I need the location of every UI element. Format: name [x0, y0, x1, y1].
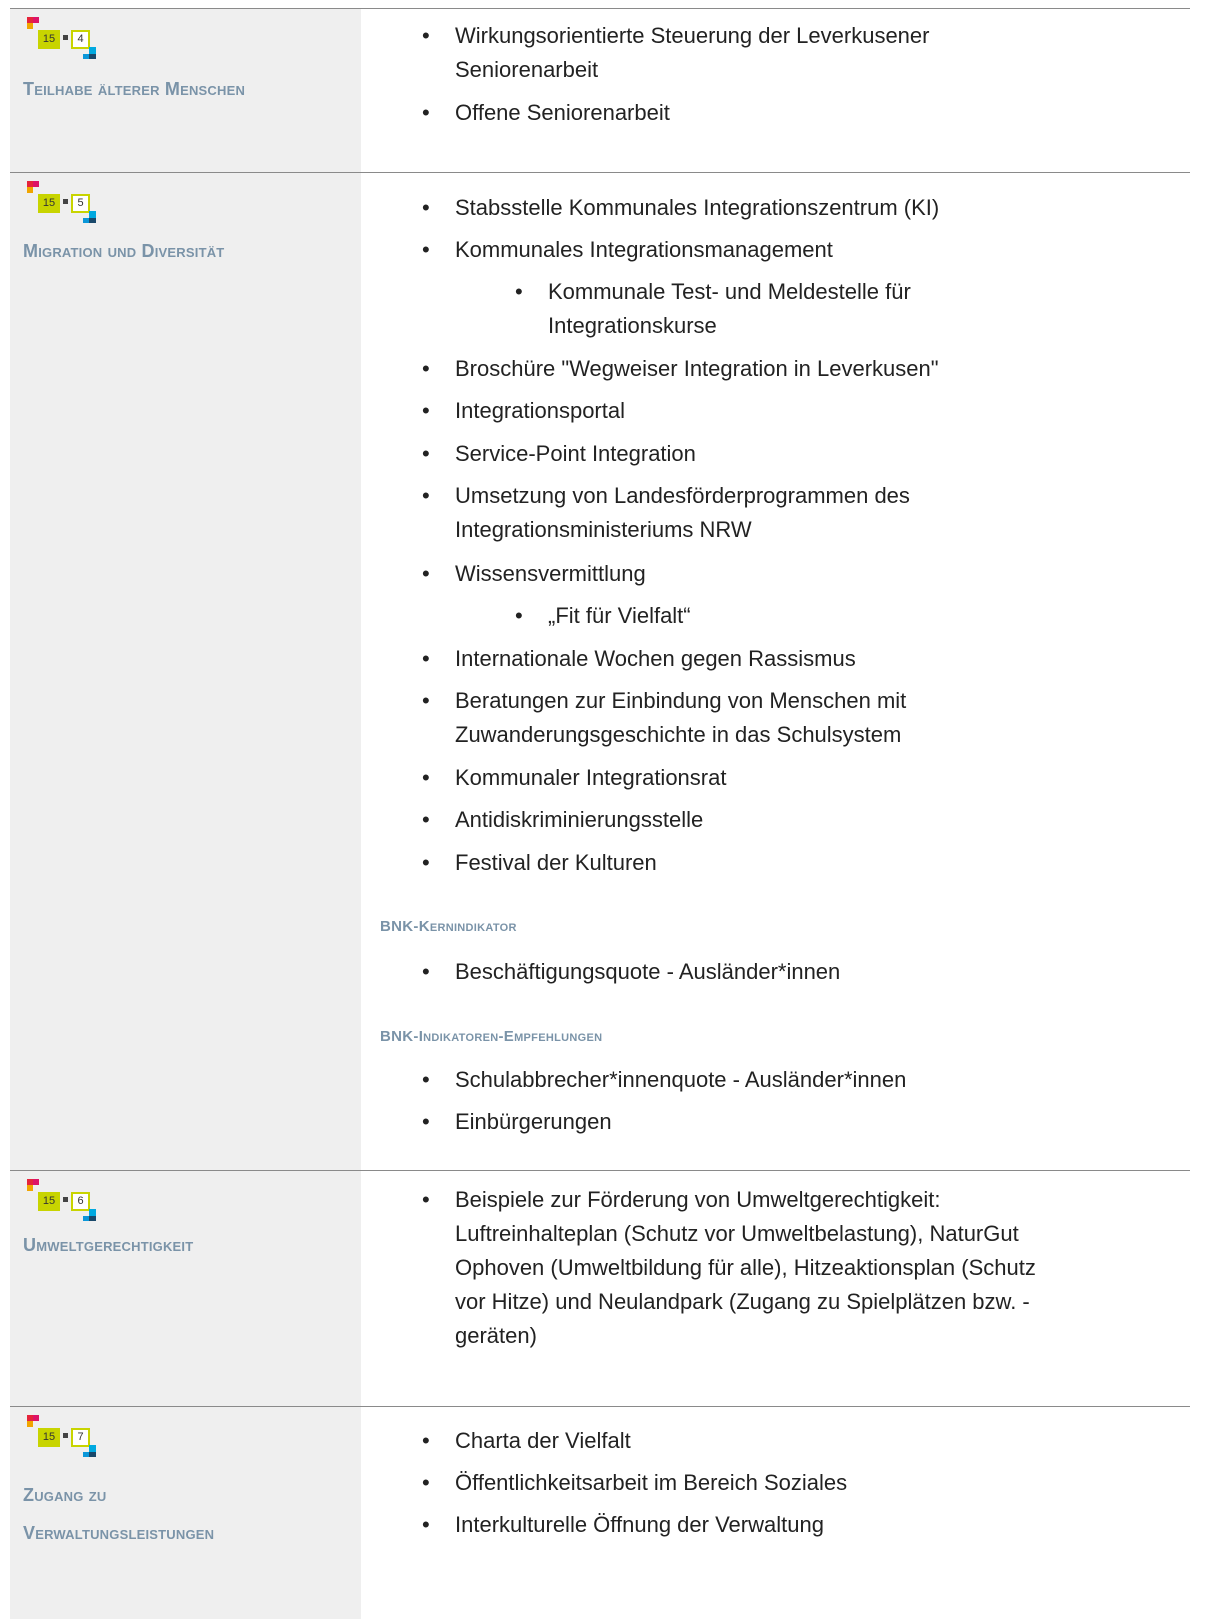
list-item: • Kommunales Integrationsmanagement	[422, 237, 833, 262]
section-label-panel: 15 7 Zugang zu Verwaltungsleistungen	[10, 1407, 361, 1619]
sub-list-item: • „Fit für Vielfalt“	[515, 603, 691, 628]
sdg-target-badge: 15 6	[27, 1179, 107, 1221]
badge-target-number: 6	[71, 1192, 90, 1211]
badge-goal-number: 15	[38, 30, 60, 49]
section-15-4: 15 4 Teilhabe älterer Menschen • Wirkungs…	[10, 8, 1190, 173]
badge-target-number: 7	[71, 1428, 90, 1447]
section-label-panel: 15 4 Teilhabe älterer Menschen	[10, 9, 361, 173]
section-label-panel: 15 5 Migration und Diversität	[10, 173, 361, 1171]
badge-target-number: 4	[71, 30, 90, 49]
list-item: • Einbürgerungen	[422, 1109, 612, 1134]
section-title-line: Verwaltungsleistungen	[23, 1523, 215, 1543]
section-title: Migration und Diversität	[23, 241, 225, 261]
section-title: Teilhabe älterer Menschen	[23, 79, 246, 99]
list-item: • Integrationsportal	[422, 398, 625, 423]
section-label-panel: 15 6 Umweltgerechtigkeit	[10, 1171, 361, 1407]
list-item: • Beschäftigungsquote - Ausländer*innen	[422, 959, 841, 984]
list-item: • Öffentlichkeitsarbeit im Bereich Sozial…	[422, 1470, 848, 1495]
list-item: • Umsetzung von Landesförderprogrammen de…	[422, 483, 910, 542]
list-item: • Festival der Kulturen	[422, 850, 657, 875]
list-item: • Antidiskriminierungsstelle	[422, 807, 704, 832]
list-item: • Beispiele zur Förderung von Umweltgerec…	[422, 1187, 1036, 1348]
list-item: • Service-Point Integration	[422, 441, 696, 466]
list-item: • Broschüre "Wegweiser Integration in Lev…	[422, 356, 939, 381]
list-item: • Wirkungsorientierte Steuerung der Lever…	[422, 23, 930, 82]
section-title: Umweltgerechtigkeit	[23, 1235, 194, 1255]
list-item: • Internationale Wochen gegen Rassismus	[422, 646, 856, 671]
sdg-target-badge: 15 5	[27, 181, 107, 223]
badge-target-number: 5	[71, 194, 90, 213]
section-15-6: 15 6 Umweltgerechtigkeit • Beispiele zur …	[10, 1170, 1190, 1407]
section-15-7: 15 7 Zugang zu Verwaltungsleistungen • Ch…	[10, 1406, 1190, 1619]
sdg-target-badge: 15 7	[27, 1415, 107, 1457]
empfehlungen-heading: BNK-Indikatoren-Empfehlungen	[380, 1028, 603, 1045]
list-item: • Stabsstelle Kommunales Integrationszent…	[422, 195, 940, 220]
list-item: • Kommunaler Integrationsrat	[422, 765, 727, 790]
list-item: • Offene Seniorenarbeit	[422, 100, 670, 125]
badge-goal-number: 15	[38, 194, 60, 213]
kernindikator-heading: BNK-Kernindikator	[380, 918, 517, 935]
list-item: • Schulabbrecher*innenquote - Ausländer*i…	[422, 1067, 907, 1092]
section-15-5: 15 5 Migration und Diversität • Stabsstel…	[10, 172, 1190, 1171]
list-item: • Charta der Vielfalt	[422, 1428, 631, 1453]
section-title-line: Zugang zu	[23, 1485, 107, 1505]
sub-list-item: • Kommunale Test- und Meldestelle für Int…	[515, 279, 911, 338]
list-item: • Beratungen zur Einbindung von Menschen …	[422, 688, 907, 747]
list-item: • Wissensvermittlung	[422, 561, 646, 586]
list-item: • Interkulturelle Öffnung der Verwaltung	[422, 1512, 824, 1537]
badge-goal-number: 15	[38, 1428, 60, 1447]
badge-goal-number: 15	[38, 1192, 60, 1211]
sdg-target-badge: 15 4	[27, 17, 107, 59]
